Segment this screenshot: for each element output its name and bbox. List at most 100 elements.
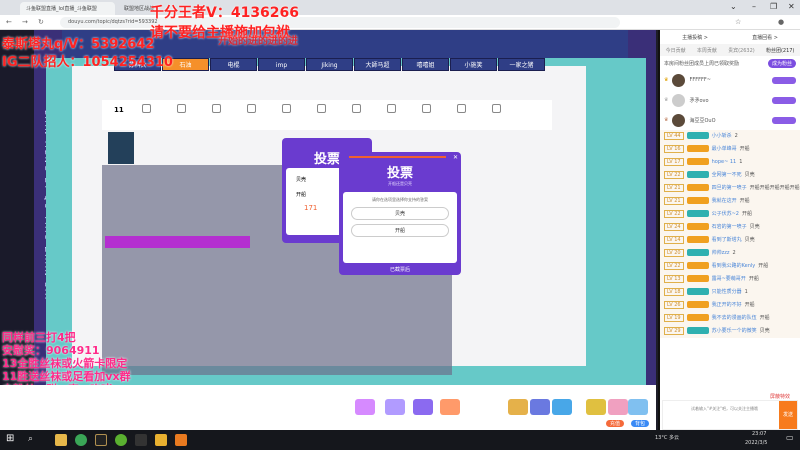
- profile-icon[interactable]: ●: [778, 18, 784, 26]
- weather[interactable]: 13°C 多云: [655, 434, 679, 441]
- chat-username[interactable]: 苏小要乐一个的微笑: [712, 328, 757, 334]
- search-icon[interactable]: ⌕: [28, 434, 33, 444]
- chat-username[interactable]: hope~ 11: [712, 159, 737, 165]
- gift-icon[interactable]: [608, 399, 628, 415]
- tool-icon[interactable]: [422, 104, 431, 113]
- gift-icon[interactable]: [586, 399, 606, 415]
- send-button[interactable]: 发送: [779, 401, 797, 429]
- chat-text: 开船: [748, 276, 759, 282]
- player-tab[interactable]: imp: [258, 58, 305, 71]
- backpack-button[interactable]: 背包: [631, 420, 650, 427]
- chat-username[interactable]: 看到了斯塔丸: [712, 237, 742, 243]
- reload-icon[interactable]: ↻: [38, 18, 44, 26]
- gift-icon[interactable]: [552, 399, 572, 415]
- chat-username[interactable]: 四旦的第一喷子: [712, 185, 747, 191]
- browser-tab-bar: 斗鱼联盟直播_lol直播_斗鱼联盟 联盟地区战战 ⌄ – ❐ ✕: [0, 0, 800, 15]
- block-effects-toggle[interactable]: 屏蔽特效: [770, 393, 791, 400]
- windows-start-icon[interactable]: ⊞: [6, 434, 14, 444]
- tool-icon[interactable]: [387, 104, 396, 113]
- app-icon[interactable]: [135, 434, 147, 446]
- chat-username[interactable]: 公子伏苏~2: [712, 211, 739, 217]
- back-icon[interactable]: ←: [6, 18, 12, 26]
- chat-username[interactable]: 我不去的漫画的队伍: [712, 315, 757, 321]
- recharge-button[interactable]: 充值: [606, 420, 625, 427]
- notification-icon[interactable]: ▭: [786, 433, 794, 442]
- tool-icon[interactable]: [352, 104, 361, 113]
- rank-row[interactable]: ♛ 矛矛ovo: [660, 90, 800, 110]
- player-tab[interactable]: Jiking: [306, 58, 353, 71]
- chat-message: LV 22 看到我公路的Kenly 开船: [660, 260, 800, 273]
- chat-username[interactable]: 石岩的第一喷子: [712, 224, 747, 230]
- chat-text: 1: [744, 289, 748, 295]
- chat-username[interactable]: 全网第一不死: [712, 172, 742, 178]
- file-explorer-icon[interactable]: [55, 434, 67, 446]
- browser-tab[interactable]: 斗鱼联盟直播_lol直播_斗鱼联盟: [20, 2, 115, 15]
- chat-username[interactable]: 我就在这开: [712, 198, 737, 204]
- app-icon[interactable]: [155, 434, 167, 446]
- tool-icon[interactable]: [317, 104, 326, 113]
- close-icon[interactable]: ✕: [453, 154, 458, 161]
- star-icon[interactable]: ☆: [735, 18, 741, 26]
- chat-username[interactable]: 我正开的不好: [712, 302, 742, 308]
- chat-input[interactable]: 试着输入"#关注"吧，可以关注主播哦 发送: [662, 400, 798, 430]
- chat-message: LV 20 帅帅zzz 2: [660, 247, 800, 260]
- chat-username[interactable]: 露哥~要萌哥开: [712, 276, 746, 282]
- chat-username[interactable]: 小小斩杀: [712, 133, 732, 139]
- chat-username[interactable]: 只能性质分器: [712, 289, 742, 295]
- gift-icon[interactable]: [508, 399, 528, 415]
- join-fans-button[interactable]: 成为粉丝: [767, 58, 796, 68]
- chat-username[interactable]: 帅帅zzz: [712, 250, 730, 256]
- close-icon[interactable]: ✕: [788, 2, 795, 11]
- app-icon[interactable]: [175, 434, 187, 446]
- chevron-down-icon[interactable]: ⌄: [730, 2, 737, 11]
- lol-icon[interactable]: [95, 434, 107, 446]
- chat-username[interactable]: 最小单峰哥: [712, 146, 737, 152]
- tab-fans[interactable]: 粉丝团(217): [766, 47, 794, 54]
- level-badge: LV 17: [664, 158, 684, 166]
- player-tab[interactable]: 大師马超: [354, 58, 401, 71]
- gift-icon[interactable]: [355, 399, 375, 415]
- player-tab[interactable]: 一家之猪: [498, 58, 545, 71]
- clock-time[interactable]: 23:07: [752, 431, 766, 437]
- player-tab[interactable]: 小施笑: [450, 58, 497, 71]
- level-badge: LV 22: [664, 210, 684, 218]
- gift-icon[interactable]: [413, 399, 433, 415]
- forward-icon[interactable]: →: [22, 18, 28, 26]
- tool-icon[interactable]: [177, 104, 186, 113]
- purple-banner: [105, 236, 250, 248]
- tab-vip[interactable]: 贵宾(2632): [728, 47, 755, 54]
- fan-badge: [686, 327, 709, 334]
- chat-username[interactable]: 看到我公路的Kenly: [712, 263, 756, 269]
- replay-link[interactable]: 直播回看 >: [752, 34, 778, 41]
- gift-icon[interactable]: [385, 399, 405, 415]
- minimize-icon[interactable]: –: [752, 2, 756, 11]
- url-input[interactable]: douyu.com/topic/dqtzs?rid=593392: [60, 17, 620, 28]
- player-tab[interactable]: 嘻嘻姐: [402, 58, 449, 71]
- overlay-text: 泰斯塔丸q/V：5392642: [2, 37, 155, 52]
- tool-icon[interactable]: [142, 104, 151, 113]
- tool-icon[interactable]: [247, 104, 256, 113]
- vote-option-2[interactable]: 开船: [351, 224, 449, 237]
- gift-icon[interactable]: [628, 399, 648, 415]
- rank-row[interactable]: ♛ FFFFFF~: [660, 70, 800, 90]
- chat-list[interactable]: LV 44 小小斩杀 2 LV 16 最小单峰哥 开船 LV 17 hope~ 11 1 LV 2…: [660, 130, 800, 338]
- app-icon[interactable]: [115, 434, 127, 446]
- tab-today[interactable]: 今日贡献: [666, 47, 686, 54]
- chat-text: 贝壳: [744, 172, 755, 178]
- chrome-icon[interactable]: [75, 434, 87, 446]
- anchor-submit-link[interactable]: 主播投稿 >: [682, 34, 708, 41]
- vote-option-1[interactable]: 贝壳: [351, 207, 449, 220]
- rank-row[interactable]: ♛ 海豆豆OuO: [660, 110, 800, 130]
- clock-date[interactable]: 2022/3/5: [745, 440, 767, 446]
- gift-icon[interactable]: [440, 399, 460, 415]
- fan-badge: [686, 210, 709, 217]
- player-tab[interactable]: 电棍: [210, 58, 257, 71]
- gift-icon[interactable]: [530, 399, 550, 415]
- tab-week[interactable]: 本周贡献: [697, 47, 717, 54]
- restore-icon[interactable]: ❐: [770, 2, 777, 11]
- tool-icon[interactable]: [492, 104, 501, 113]
- tool-icon[interactable]: [212, 104, 221, 113]
- vote-subtitle: 开船还是贝壳: [388, 181, 412, 186]
- tool-icon[interactable]: [457, 104, 466, 113]
- tool-icon[interactable]: [282, 104, 291, 113]
